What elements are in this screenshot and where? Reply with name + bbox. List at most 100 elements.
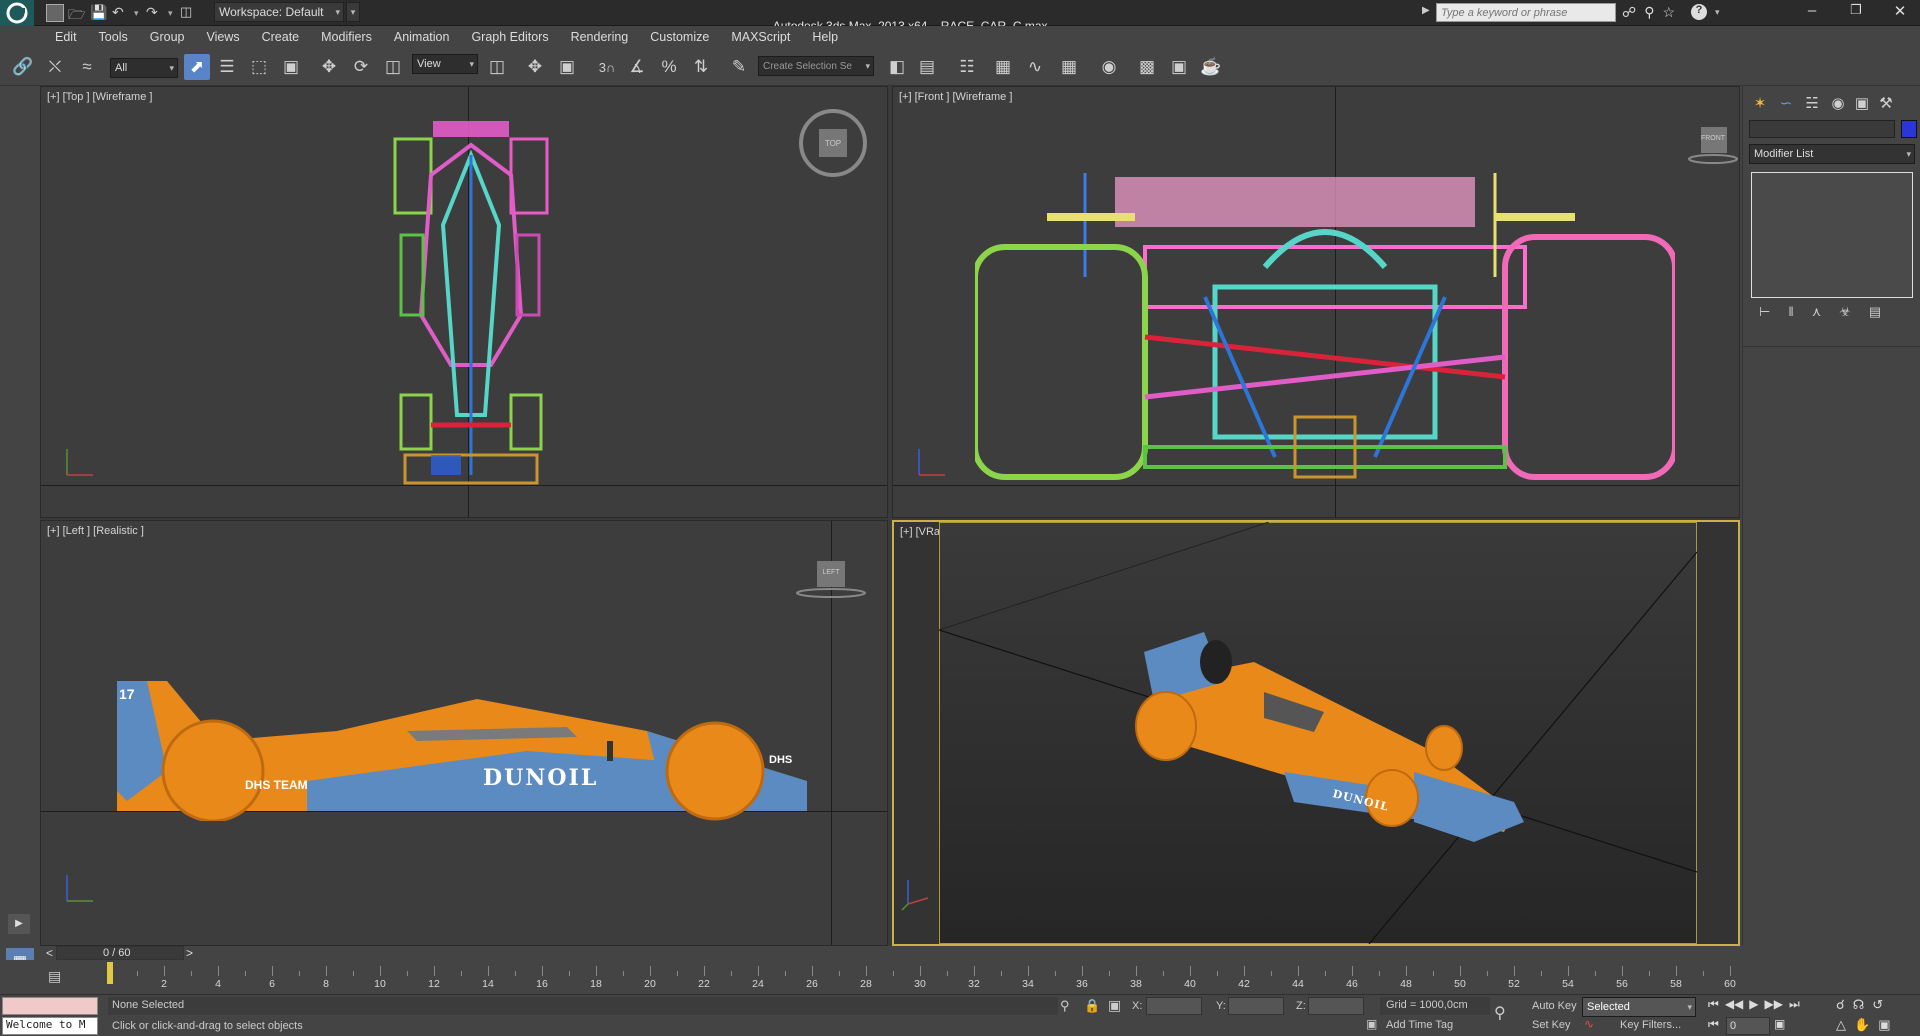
time-slider-track[interactable]: 0 / 60 (56, 946, 184, 960)
redo-dropdown-icon[interactable]: ▾ (168, 4, 176, 22)
x-coordinate-field[interactable] (1146, 997, 1202, 1015)
menu-edit[interactable]: Edit (44, 26, 88, 48)
window-crossing-icon[interactable]: ▣ (278, 54, 304, 80)
modify-icon[interactable]: ∽ (1775, 92, 1797, 114)
go-to-end-icon[interactable]: ⏭ (1789, 997, 1800, 1012)
menu-customize[interactable]: Customize (639, 26, 720, 48)
orbit-icon[interactable]: ↺ (1872, 997, 1883, 1013)
app-logo-icon[interactable] (0, 0, 34, 26)
viewcube-left[interactable]: LEFT (793, 557, 869, 601)
y-coordinate-field[interactable] (1228, 997, 1284, 1015)
viewcube-front[interactable]: FRONT (1683, 123, 1739, 167)
redo-icon[interactable]: ↷ (146, 4, 164, 22)
move-icon[interactable]: ✥ (316, 54, 342, 80)
z-coordinate-field[interactable] (1308, 997, 1364, 1015)
save-icon[interactable]: 💾 (90, 4, 108, 22)
align-icon[interactable]: ▤ (914, 54, 940, 80)
angle-snap-icon[interactable]: ∡ (624, 54, 650, 80)
motion-icon[interactable]: ◉ (1827, 92, 1849, 114)
material-editor-icon[interactable]: ◉ (1096, 54, 1122, 80)
workspace-menu-arrow[interactable]: ▾ (346, 2, 360, 22)
help-dropdown-icon[interactable]: ▾ (1715, 4, 1720, 21)
pan-icon[interactable]: ✋ (1854, 1017, 1870, 1033)
maxscript-mini-listener[interactable]: Welcome to M (2, 1017, 98, 1035)
current-frame-field[interactable] (1726, 1017, 1770, 1035)
schematic-icon[interactable]: ▦ (1056, 54, 1082, 80)
selection-filter-dropdown[interactable]: All ▾ (110, 58, 178, 78)
menu-create[interactable]: Create (251, 26, 311, 48)
key-icon[interactable]: ⚲ (1644, 4, 1654, 21)
auto-key-button[interactable]: Auto Key (1532, 1000, 1577, 1012)
menu-maxscript[interactable]: MAXScript (720, 26, 801, 48)
viewport-left[interactable]: [+] [Left ] [Realistic ] LEFT 17 DHS TEA… (40, 520, 888, 946)
curve-editor-icon[interactable]: ∿ (1022, 54, 1048, 80)
link-icon[interactable]: 🔗 (10, 54, 36, 80)
menu-animation[interactable]: Animation (383, 26, 461, 48)
expand-arrow-icon[interactable]: ▶ (8, 914, 30, 934)
project-icon[interactable]: ◫ (180, 4, 198, 22)
named-selection-dropdown[interactable]: Create Selection Se ▾ (758, 56, 874, 76)
binoculars-icon[interactable]: ☍ (1622, 4, 1636, 21)
set-key-button[interactable]: Set Key (1532, 1019, 1571, 1031)
key-mode-dropdown[interactable]: Selected ▾ (1582, 997, 1696, 1017)
pin-stack-icon[interactable]: ⊢ (1759, 304, 1770, 320)
time-configuration-icon[interactable]: ▣ (1774, 1017, 1785, 1031)
object-color-swatch[interactable] (1901, 120, 1917, 138)
time-slider-next[interactable]: > (186, 946, 193, 960)
viewcube-top[interactable]: TOP (797, 107, 869, 179)
make-unique-icon[interactable]: ⋏ (1812, 304, 1822, 320)
next-frame-icon[interactable]: ▶▶ (1765, 997, 1783, 1012)
configure-sets-icon[interactable]: ▤ (1869, 304, 1881, 320)
object-name-field[interactable] (1749, 120, 1895, 138)
rendered-frame-icon[interactable]: ▣ (1166, 54, 1192, 80)
key-filters-button[interactable]: Key Filters... (1620, 1019, 1681, 1031)
viewport-top[interactable]: [+] [Top ] [Wireframe ] TOP (40, 86, 888, 518)
restore-icon[interactable]: ❐ (1834, 2, 1878, 20)
search-input[interactable] (1436, 3, 1616, 22)
time-slider-prev[interactable]: < (46, 946, 53, 960)
set-key-mode-icon[interactable]: ⚲ (1494, 1003, 1506, 1023)
rotate-icon[interactable]: ⟳ (348, 54, 374, 80)
viewport-label-front[interactable]: [+] [Front ] [Wireframe ] (899, 91, 1012, 103)
select-by-name-icon[interactable]: ☰ (214, 54, 240, 80)
key-filters-icon[interactable]: ∿ (1584, 1017, 1594, 1031)
layer-manager-icon[interactable]: ☷ (954, 54, 980, 80)
render-production-icon[interactable]: ☕ (1198, 54, 1224, 80)
track-bar[interactable]: ▤ 2 4 6 8 10 12 14 16 18 20 22 24 26 28 30 32 34 36 38 40 42… (0, 960, 1920, 994)
reference-coord-dropdown[interactable]: View ▾ (412, 54, 478, 74)
spinner-snap-icon[interactable]: ⇅ (688, 54, 714, 80)
menu-rendering[interactable]: Rendering (560, 26, 640, 48)
viewport-front[interactable]: [+] [Front ] [Wireframe ] FRONT (892, 86, 1740, 518)
viewport-label-left[interactable]: [+] [Left ] [Realistic ] (47, 525, 144, 537)
mirror-icon[interactable]: ◧ (884, 54, 910, 80)
key-mode-toggle-icon[interactable]: ⏮ (1708, 1017, 1719, 1032)
absolute-mode-icon[interactable]: ▣ (1108, 997, 1121, 1014)
menu-group[interactable]: Group (139, 26, 196, 48)
curve-editor-mini-icon[interactable]: ▤ (48, 968, 61, 985)
menu-help[interactable]: Help (801, 26, 849, 48)
zoom-icon[interactable]: ☌ (1836, 997, 1845, 1013)
minimize-icon[interactable]: – (1790, 2, 1834, 20)
viewport-camera[interactable]: [+] [VRayPhysicalCamera001 ] [Realistic … (892, 520, 1740, 946)
isolate-selection-icon[interactable]: ⚲ (1060, 998, 1070, 1014)
open-icon[interactable]: 🗁 (68, 4, 86, 22)
maximize-viewport-icon[interactable]: ▣ (1878, 1017, 1890, 1033)
edit-named-sel-icon[interactable]: ✎ (726, 54, 752, 80)
rect-region-icon[interactable]: ⬚ (246, 54, 272, 80)
pivot-icon[interactable]: ◫ (484, 54, 510, 80)
current-frame-marker[interactable] (107, 962, 113, 984)
maxscript-mini-listener-pink[interactable] (2, 997, 98, 1015)
select-object-icon[interactable]: ⬈ (184, 54, 210, 80)
unlink-icon[interactable]: ⛌ (42, 54, 68, 80)
undo-icon[interactable]: ↶ (112, 4, 130, 22)
selection-lock-icon[interactable]: 🔒 (1084, 998, 1100, 1014)
go-to-start-icon[interactable]: ⏮ (1708, 997, 1719, 1012)
undo-dropdown-icon[interactable]: ▾ (134, 4, 142, 22)
modifier-list-dropdown[interactable]: Modifier List ▾ (1749, 144, 1915, 164)
menu-graph-editors[interactable]: Graph Editors (460, 26, 559, 48)
keyboard-shortcut-icon[interactable]: ▣ (554, 54, 580, 80)
render-setup-icon[interactable]: ▩ (1134, 54, 1160, 80)
close-icon[interactable]: ✕ (1878, 2, 1920, 20)
snap-toggle-icon[interactable]: 3∩ (594, 54, 620, 80)
time-tag-icon[interactable]: ▣ (1366, 1017, 1377, 1031)
